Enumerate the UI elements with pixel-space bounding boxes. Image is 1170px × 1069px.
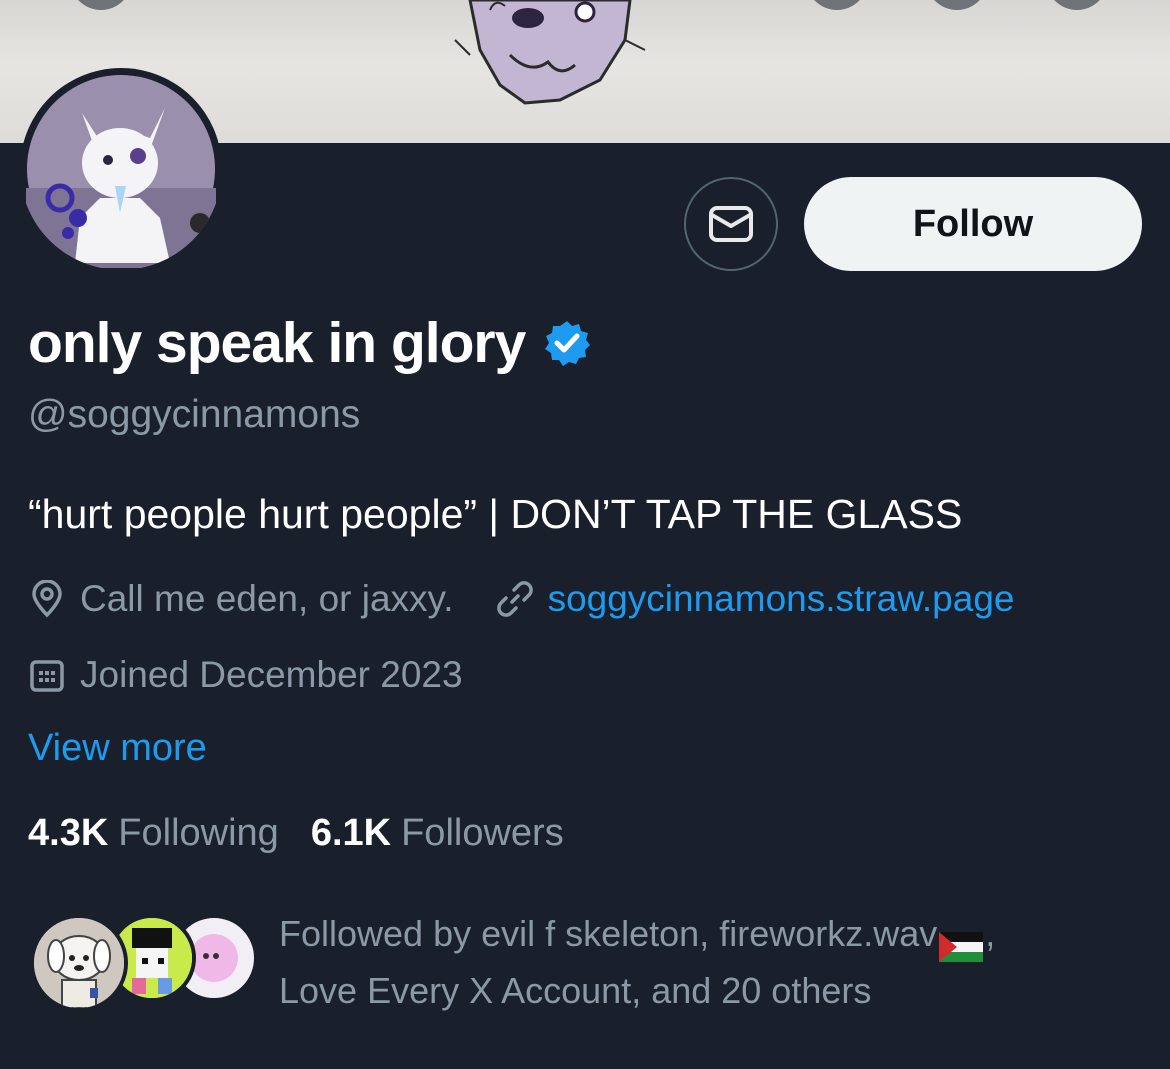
- joined-row: Joined December 2023: [28, 654, 463, 696]
- joined-date: Joined December 2023: [80, 654, 463, 695]
- profile-avatar[interactable]: [20, 68, 222, 270]
- user-handle: @soggycinnamons: [28, 393, 361, 436]
- envelope-icon: [709, 206, 753, 242]
- link-icon: [496, 581, 533, 617]
- follower-avatar[interactable]: [30, 914, 128, 1012]
- view-more-link[interactable]: View more: [28, 727, 207, 770]
- verified-badge-icon[interactable]: [543, 319, 591, 367]
- followed-by-line2: Love Every X Account, and 20 others: [279, 970, 872, 1011]
- following-label: Following: [118, 812, 279, 854]
- location-pin-icon: [32, 580, 62, 618]
- followed-by-line1: Followed by evil f skeleton, fireworkz.w…: [279, 913, 938, 954]
- follow-button[interactable]: Follow: [804, 177, 1142, 271]
- message-button[interactable]: [684, 177, 778, 271]
- followed-by-comma: ,: [985, 913, 996, 954]
- name-row: only speak in glory: [28, 310, 591, 376]
- followers-count: 6.1K: [310, 812, 392, 854]
- followers-stat[interactable]: 6.1K Followers: [311, 812, 564, 855]
- following-count: 4.3K: [28, 812, 109, 854]
- display-name: only speak in glory: [28, 311, 526, 375]
- location-text: Call me eden, or jaxxy.: [80, 578, 454, 619]
- profile-meta-row: Call me eden, or jaxxy. soggycinnamons.s…: [28, 578, 1014, 620]
- website-link[interactable]: soggycinnamons.straw.page: [548, 578, 1015, 620]
- calendar-icon: [30, 660, 64, 692]
- followers-label: Followers: [401, 812, 564, 854]
- followed-by-text[interactable]: Followed by evil f skeleton, fireworkz.w…: [279, 905, 1139, 1019]
- profile-bio: “hurt people hurt people” | DON’T TAP TH…: [28, 491, 963, 537]
- palestine-flag-icon: [939, 921, 984, 963]
- following-stat[interactable]: 4.3K Following: [28, 812, 279, 855]
- follow-stats: 4.3K Following 6.1K Followers: [28, 812, 596, 855]
